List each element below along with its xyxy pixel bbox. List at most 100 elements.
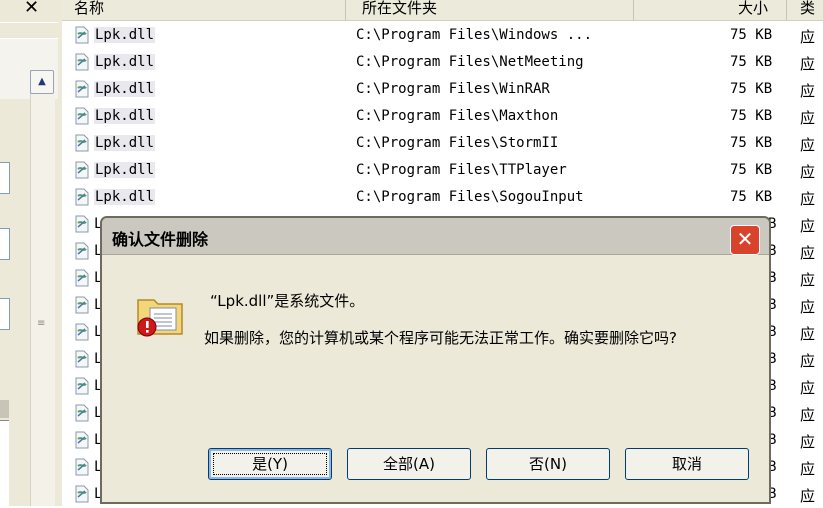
file-type: 应 <box>800 298 816 316</box>
file-type: 应 <box>800 487 816 505</box>
file-path: C:\Program Files\NetMeeting <box>356 54 584 70</box>
dll-file-icon <box>75 431 89 449</box>
divider <box>0 22 58 23</box>
file-size: 75 KB <box>730 108 773 124</box>
dll-file-icon <box>75 26 89 44</box>
dll-file-icon <box>75 323 89 341</box>
file-name: Lpk.dll <box>94 189 156 205</box>
system-file-warning-icon <box>137 299 183 337</box>
vertical-scrollbar[interactable] <box>30 70 55 506</box>
column-header-size[interactable]: 大小 <box>738 0 768 20</box>
column-separator[interactable] <box>786 0 787 20</box>
file-size: 75 KB <box>730 81 773 97</box>
dll-file-icon <box>75 242 89 260</box>
file-size: 75 KB <box>730 189 773 205</box>
file-name: Lpk.dll <box>94 108 156 124</box>
left-panel-strip <box>0 400 9 418</box>
file-name: Lpk.dll <box>94 162 156 178</box>
file-type: 应 <box>800 406 816 424</box>
file-name: Lpk.dll <box>94 27 156 43</box>
no-button-label: 否(N) <box>529 455 567 473</box>
scroll-up-button[interactable]: ▲ <box>30 70 54 94</box>
dll-file-icon <box>75 485 89 503</box>
column-header-name[interactable]: 名称 <box>74 0 104 20</box>
file-type: 应 <box>800 433 816 451</box>
close-pane-icon[interactable]: ✕ <box>24 0 39 18</box>
file-path: C:\Program Files\StormII <box>356 135 559 151</box>
scroll-grip-icon[interactable]: ≡ <box>37 318 45 329</box>
dll-file-icon <box>75 80 89 98</box>
file-path: C:\Program Files\Windows ... <box>356 27 593 43</box>
dialog-message-body: 如果删除，您的计算机或某个程序可能无法正常工作。确实要删除它吗? <box>204 329 677 347</box>
left-pane: ✕ ▲ ≡ <box>0 0 62 507</box>
file-type: 应 <box>800 136 816 154</box>
file-type: 应 <box>800 244 816 262</box>
yes-to-all-button-label: 全部(A) <box>383 455 435 473</box>
table-row[interactable]: Lpk.dll C:\Program Files\NetMeeting 75 K… <box>62 49 823 76</box>
file-type: 应 <box>800 190 816 208</box>
file-type: 应 <box>800 109 816 127</box>
left-field[interactable] <box>0 298 10 330</box>
close-icon: ✕ <box>736 227 754 251</box>
cancel-button[interactable]: 取消 <box>625 448 749 480</box>
file-size: 75 KB <box>730 135 773 151</box>
table-row[interactable]: Lpk.dll C:\Program Files\StormII 75 KB 应 <box>62 130 823 157</box>
yes-button[interactable]: 是(Y) <box>208 448 332 480</box>
table-row[interactable]: Lpk.dll C:\Program Files\Windows ... 75 … <box>62 22 823 49</box>
left-panel-list <box>0 420 9 507</box>
dll-file-icon <box>75 107 89 125</box>
scroll-up-icon: ▲ <box>38 76 46 87</box>
dll-file-icon <box>75 161 89 179</box>
confirm-delete-dialog: 确认文件删除 ✕ “Lpk.dll”是系统文件。 如果删除，您的计算机或某个程序… <box>100 216 771 504</box>
file-path: C:\Program Files\TTPlayer <box>356 162 567 178</box>
column-separator[interactable] <box>345 0 346 20</box>
table-row[interactable]: Lpk.dll C:\Program Files\TTPlayer 75 KB … <box>62 157 823 184</box>
file-type: 应 <box>800 217 816 235</box>
dll-file-icon <box>75 188 89 206</box>
file-name: Lpk.dll <box>94 54 156 70</box>
dll-file-icon <box>75 458 89 476</box>
file-type: 应 <box>800 325 816 343</box>
file-type: 应 <box>800 82 816 100</box>
file-name: Lpk.dll <box>94 135 156 151</box>
column-header-type[interactable]: 类 <box>800 0 815 20</box>
file-size: 75 KB <box>730 54 773 70</box>
file-path: C:\Program Files\SogouInput <box>356 189 584 205</box>
dll-file-icon <box>75 269 89 287</box>
dll-file-icon <box>75 350 89 368</box>
file-type: 应 <box>800 379 816 397</box>
file-size: 75 KB <box>730 27 773 43</box>
file-size: 75 KB <box>730 162 773 178</box>
column-header-path[interactable]: 所在文件夹 <box>362 0 437 20</box>
table-row[interactable]: Lpk.dll C:\Program Files\SogouInput 75 K… <box>62 184 823 211</box>
dll-file-icon <box>75 404 89 422</box>
left-field[interactable] <box>0 228 10 260</box>
table-row[interactable]: Lpk.dll C:\Program Files\WinRAR 75 KB 应 <box>62 76 823 103</box>
focus-ring <box>213 453 327 475</box>
column-header: 名称 所在文件夹 大小 类 <box>62 0 823 21</box>
dialog-message-title: “Lpk.dll”是系统文件。 <box>210 292 365 310</box>
dll-file-icon <box>75 215 89 233</box>
column-separator[interactable] <box>633 0 634 20</box>
file-type: 应 <box>800 163 816 181</box>
dll-file-icon <box>75 134 89 152</box>
no-button[interactable]: 否(N) <box>486 448 610 480</box>
file-path: C:\Program Files\Maxthon <box>356 108 559 124</box>
file-type: 应 <box>800 28 816 46</box>
dialog-close-button[interactable]: ✕ <box>730 225 760 255</box>
file-type: 应 <box>800 271 816 289</box>
dialog-title: 确认文件删除 <box>112 230 209 249</box>
dll-file-icon <box>75 53 89 71</box>
file-path: C:\Program Files\WinRAR <box>356 81 550 97</box>
dll-file-icon <box>75 377 89 395</box>
cancel-button-label: 取消 <box>671 455 702 473</box>
dialog-titlebar[interactable]: 确认文件删除 ✕ <box>102 218 769 255</box>
left-field[interactable] <box>0 162 10 194</box>
yes-to-all-button[interactable]: 全部(A) <box>347 448 471 480</box>
file-type: 应 <box>800 460 816 478</box>
dll-file-icon <box>75 296 89 314</box>
file-type: 应 <box>800 352 816 370</box>
file-type: 应 <box>800 55 816 73</box>
table-row[interactable]: Lpk.dll C:\Program Files\Maxthon 75 KB 应 <box>62 103 823 130</box>
file-name: Lpk.dll <box>94 81 156 97</box>
